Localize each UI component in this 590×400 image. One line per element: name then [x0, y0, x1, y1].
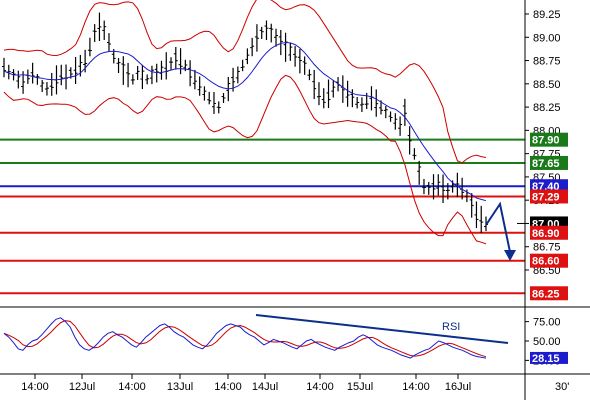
time-tick-label: 14Jul	[252, 381, 278, 393]
bollinger-lower	[3, 74, 487, 245]
price-level-label: 86.90	[532, 228, 560, 240]
price-level-label: 86.60	[532, 256, 560, 268]
time-tick-label: 14:00	[306, 381, 334, 393]
price-tick-label: 88.75	[533, 56, 561, 68]
price-pane	[0, 0, 525, 295]
price-level-tag: 86.60	[530, 253, 568, 268]
price-level-label: 86.25	[532, 288, 560, 300]
price-level-label: 87.65	[532, 158, 560, 170]
price-tick-label: 89.25	[533, 9, 561, 21]
moving-average	[3, 41, 487, 202]
chart-canvas: RSI 89.2589.0088.7588.5088.2588.0087.758…	[0, 0, 590, 400]
price-level-tag: 87.65	[530, 155, 568, 170]
price-level-tag: 87.29	[530, 189, 568, 204]
price-tick-label: 89.00	[533, 32, 561, 44]
price-level-tag: 86.25	[530, 286, 568, 301]
price-level-label: 87.29	[532, 191, 560, 203]
price-axis: 89.2589.0088.7588.5088.2588.0087.7587.50…	[525, 9, 568, 367]
price-tick-label: 88.25	[533, 102, 561, 114]
rsi-pane: RSI	[3, 314, 509, 359]
forecast-arrow	[485, 201, 511, 253]
time-tick-label: 14:00	[118, 381, 146, 393]
time-tick-label: 12Jul	[69, 381, 95, 393]
price-level-tag: 87.90	[530, 132, 568, 147]
time-tick-label: 13Jul	[167, 381, 193, 393]
time-tick-label: 14:00	[214, 381, 242, 393]
rsi-tick-label: 75.00	[533, 317, 561, 329]
time-tick-label: 14:00	[21, 381, 49, 393]
time-tick-label: 15Jul	[347, 381, 373, 393]
time-tick-label: 14:00	[402, 381, 430, 393]
timeframe-label: 30'	[555, 381, 569, 393]
rsi-trendline	[255, 314, 509, 344]
rsi-tick-label: 50.00	[533, 336, 561, 348]
price-level-tag: 86.90	[530, 225, 568, 240]
price-tick-label: 88.50	[533, 79, 561, 91]
price-tick-label: 86.75	[533, 242, 561, 254]
time-axis: 14:00 12Jul 14:00 13Jul 14:00 14Jul 14:00 15Jul…	[21, 374, 569, 393]
time-tick-label: 16Jul	[445, 381, 471, 393]
rsi-current-label: 28.15	[532, 353, 560, 365]
rsi-line	[3, 317, 487, 359]
rsi-label: RSI	[442, 321, 460, 333]
price-level-label: 87.90	[532, 135, 560, 147]
bollinger-upper	[3, 0, 487, 164]
forecast-arrowhead	[504, 250, 516, 261]
